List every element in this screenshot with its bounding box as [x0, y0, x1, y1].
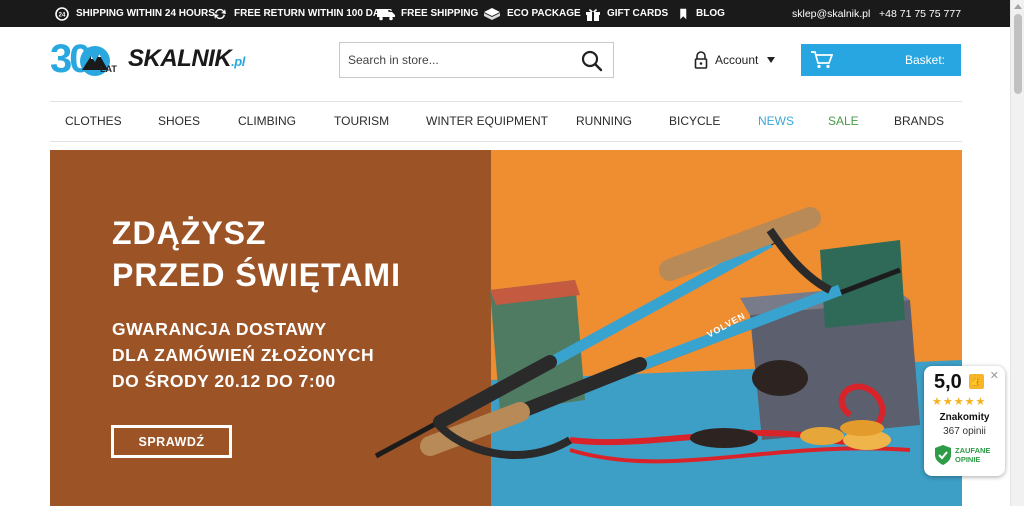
site-logo[interactable]: 30 LAT SKALNIK.pl — [50, 38, 250, 80]
thumbs-up-icon: 👍 — [969, 374, 984, 389]
nav-item-news[interactable]: NEWS — [758, 102, 794, 141]
topbar-item-gift-cards[interactable]: GIFT CARDS — [585, 0, 668, 27]
badge-text-line-2: OPINIE — [955, 455, 981, 464]
banner-sub-line-2: DLA ZAMÓWIEŃ ZŁOŻONYCH — [112, 345, 375, 365]
banner-sub-line-1: GWARANCJA DOSTAWY — [112, 319, 327, 339]
account-label: Account — [715, 53, 759, 67]
banner-headline-line-1: ZDĄŻYSZ — [112, 215, 267, 251]
rating-count[interactable]: 367 opinii — [924, 426, 1005, 437]
nav-item-shoes[interactable]: SHOES — [158, 102, 200, 141]
zaufane-opinie-badge: ZAUFANE OPINIE — [934, 444, 990, 466]
main-nav: CLOTHES SHOES CLIMBING TOURISM WINTER EQ… — [50, 101, 962, 142]
basket-button[interactable]: Basket: — [801, 44, 961, 76]
topbar-email[interactable]: sklep@skalnik.pl — [792, 0, 870, 27]
topbar-item-return[interactable]: FREE RETURN WITHIN 100 DAYS — [212, 0, 393, 27]
badge-text-line-1: ZAUFANE — [955, 446, 991, 455]
banner-sub-line-3: DO ŚRODY 20.12 DO 7:00 — [112, 371, 336, 391]
topbar-item-free-shipping[interactable]: FREE SHIPPING — [377, 0, 478, 27]
nav-item-climbing[interactable]: CLIMBING — [238, 102, 296, 141]
trust-rating-widget[interactable]: ✕ 5,0 👍 ★★★★★ Znakomity 367 opinii ZAUFA… — [924, 366, 1005, 476]
lock-icon — [694, 51, 708, 69]
banner-subheadline: GWARANCJA DOSTAWY DLA ZAMÓWIEŃ ZŁOŻONYCH… — [112, 316, 374, 394]
svg-text:24: 24 — [59, 12, 66, 18]
logo-brand-name: SKALNIK — [128, 45, 232, 72]
shield-check-icon — [935, 445, 951, 465]
top-bar: 24 SHIPPING WITHIN 24 HOURS FREE RETURN … — [0, 0, 1010, 27]
search-input[interactable] — [340, 43, 570, 77]
nav-item-bicycle[interactable]: BICYCLE — [669, 102, 720, 141]
topbar-item-label: GIFT CARDS — [607, 8, 669, 19]
search-icon[interactable] — [581, 50, 603, 72]
topbar-item-blog[interactable]: BLOG — [678, 0, 725, 27]
hero-banner[interactable]: ZDĄŻYSZ PRZED ŚWIĘTAMI GWARANCJA DOSTAWY… — [50, 150, 962, 506]
scrollbar-thumb[interactable] — [1014, 14, 1022, 94]
24h-clock-icon: 24 — [55, 6, 69, 21]
logo-brand: SKALNIK.pl — [128, 45, 245, 73]
logo-sublabel: LAT — [100, 64, 117, 74]
cart-icon — [811, 51, 833, 69]
banner-cta-button[interactable]: SPRAWDŹ — [111, 425, 232, 458]
rating-label: Znakomity — [939, 412, 990, 423]
nav-item-sale[interactable]: SALE — [828, 102, 859, 141]
topbar-item-eco-package[interactable]: ECO PACKAGE — [483, 0, 581, 27]
page-scrollbar[interactable] — [1010, 0, 1024, 506]
rating-stars: ★★★★★ — [932, 396, 987, 408]
topbar-item-label: FREE SHIPPING — [401, 8, 479, 19]
truck-icon — [377, 8, 395, 20]
return-arrows-icon — [214, 8, 226, 19]
topbar-item-shipping[interactable]: 24 SHIPPING WITHIN 24 HOURS — [54, 0, 215, 27]
basket-label: Basket: — [904, 53, 945, 67]
topbar-item-label: ECO PACKAGE — [507, 8, 581, 19]
nav-item-running[interactable]: RUNNING — [576, 102, 632, 141]
search-box — [339, 42, 614, 78]
topbar-item-label: FREE RETURN WITHIN 100 DAYS — [234, 8, 393, 19]
gift-icon — [586, 8, 600, 21]
nav-item-tourism[interactable]: TOURISM — [334, 102, 389, 141]
topbar-phone[interactable]: +48 71 75 75 777 — [879, 0, 961, 27]
rating-score: 5,0 — [934, 371, 962, 393]
nav-item-brands[interactable]: BRANDS — [894, 102, 944, 141]
bookmark-icon — [680, 8, 687, 19]
topbar-item-label: BLOG — [696, 8, 725, 19]
close-icon[interactable]: ✕ — [990, 369, 999, 382]
scroll-up-arrow-icon[interactable] — [1014, 4, 1022, 9]
nav-item-winter-equipment[interactable]: WINTER EQUIPMENT — [426, 102, 548, 141]
logo-domain: .pl — [231, 54, 245, 69]
topbar-item-label: SHIPPING WITHIN 24 HOURS — [76, 8, 215, 19]
banner-headline: ZDĄŻYSZ PRZED ŚWIĘTAMI — [112, 212, 401, 296]
badge-text: ZAUFANE OPINIE — [955, 446, 990, 464]
chevron-down-icon — [767, 57, 776, 63]
nav-item-clothes[interactable]: CLOTHES — [65, 102, 122, 141]
eco-package-icon — [484, 7, 500, 20]
banner-headline-line-2: PRZED ŚWIĘTAMI — [112, 257, 401, 293]
account-menu[interactable]: Account — [694, 50, 776, 70]
